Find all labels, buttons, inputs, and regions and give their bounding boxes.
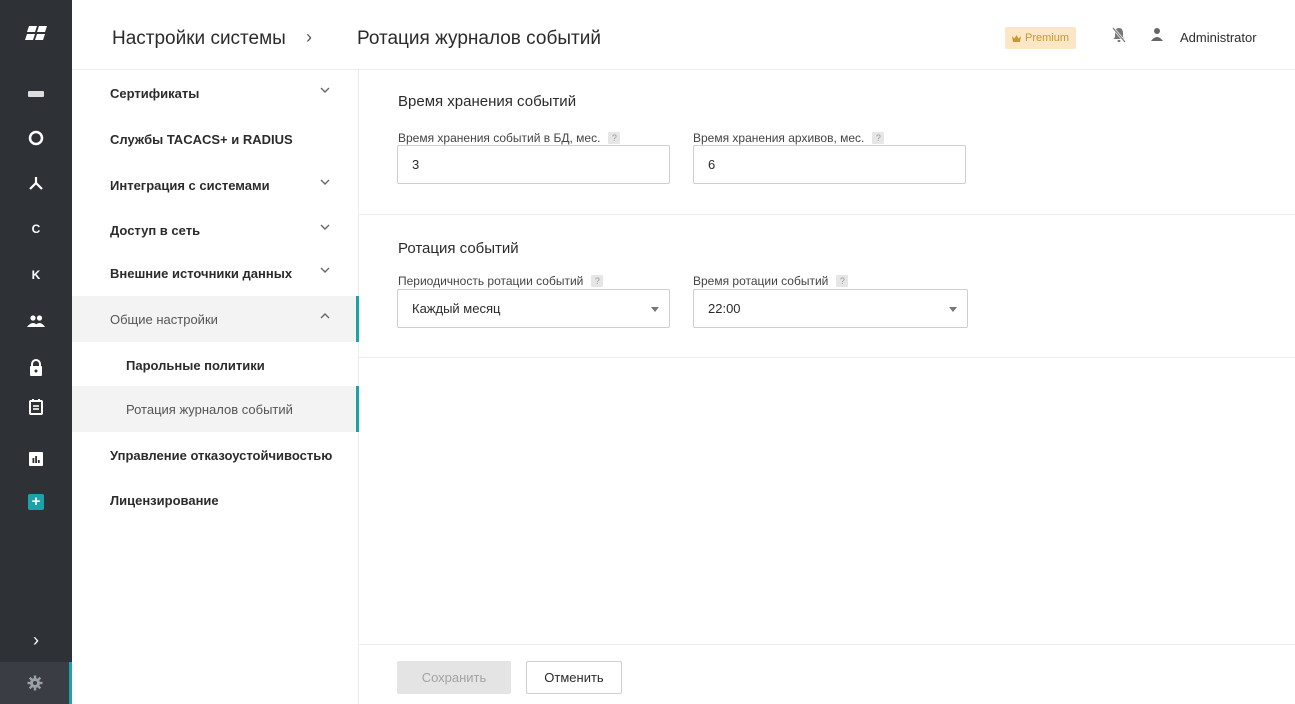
form-footer: Сохранить Отменить [359, 644, 1295, 704]
notifications-button[interactable] [1112, 27, 1126, 48]
page-title: Ротация журналов событий [357, 28, 601, 49]
rail-item-add[interactable]: + [0, 479, 72, 525]
server-icon [28, 91, 44, 97]
submenu-item-label: Интеграция с системами [110, 177, 270, 193]
circle-icon [28, 130, 44, 146]
users-icon [27, 315, 45, 327]
chevron-down-icon [320, 267, 330, 273]
section-divider [359, 357, 1295, 358]
help-icon[interactable]: ? [608, 132, 621, 144]
rotation-period-select[interactable]: Каждый месяц [397, 289, 670, 328]
user-icon [1151, 28, 1163, 41]
rotation-time-value: 22:00 [708, 301, 741, 316]
letter-k-icon: K [31, 268, 41, 282]
submenu-item-label: Парольные политики [126, 357, 265, 373]
breadcrumb-root[interactable]: Настройки системы [112, 28, 286, 50]
rail-item-circle[interactable] [0, 115, 72, 161]
logo-icon [25, 26, 47, 40]
settings-submenu: Сертификаты Службы TACACS+ и RADIUS Инте… [72, 70, 359, 704]
archive-retention-value: 6 [708, 157, 716, 172]
submenu-item-failover[interactable]: Управление отказоустойчивостью [72, 432, 359, 478]
archive-retention-label-text: Время хранения архивов, мес. [693, 131, 865, 145]
help-icon[interactable]: ? [836, 275, 849, 287]
save-button[interactable]: Сохранить [397, 661, 511, 694]
rotation-time-label: Время ротации событий ? [693, 274, 849, 288]
submenu-item-network-access[interactable]: Доступ в сеть [72, 207, 359, 253]
chevron-up-icon [320, 313, 330, 319]
archive-retention-input[interactable]: 6 [693, 145, 966, 184]
letter-c-icon: C [31, 222, 41, 236]
rail-item-network[interactable] [0, 160, 72, 206]
submenu-item-label: Доступ в сеть [110, 222, 201, 238]
rail-item-c[interactable]: C [0, 206, 72, 252]
submenu-item-label: Общие настройки [110, 311, 218, 327]
bell-off-icon [1112, 27, 1126, 43]
user-name[interactable]: Administrator [1180, 30, 1257, 45]
cancel-button[interactable]: Отменить [526, 661, 622, 694]
submenu-item-label: Ротация журналов событий [126, 401, 293, 417]
help-icon[interactable]: ? [591, 275, 604, 287]
breadcrumb-separator-icon: › [306, 27, 312, 47]
rotation-period-label: Периодичность ротации событий ? [398, 274, 604, 288]
submenu-item-label: Сертификаты [110, 85, 200, 101]
expand-icon: › [33, 629, 39, 650]
plus-icon: + [28, 494, 44, 510]
rotation-period-value: Каждый месяц [412, 301, 501, 316]
submenu-item-log-rotation[interactable]: Ротация журналов событий [72, 386, 359, 432]
rotation-time-label-text: Время ротации событий [693, 274, 829, 288]
rotation-section-title: Ротация событий [398, 240, 519, 257]
chevron-down-icon [320, 87, 330, 93]
submenu-item-label: Внешние источники данных [110, 265, 293, 281]
rotation-time-select[interactable]: 22:00 [693, 289, 968, 328]
premium-badge[interactable]: Premium [1005, 27, 1076, 49]
submenu-item-label: Лицензирование [110, 492, 219, 508]
gear-icon [27, 675, 42, 691]
chevron-down-icon [320, 179, 330, 185]
rail-item-servers[interactable] [0, 71, 72, 117]
submenu-item-external-sources[interactable]: Внешние источники данных [72, 250, 359, 296]
section-divider [359, 214, 1295, 215]
chevron-down-icon [320, 224, 330, 230]
submenu-item-general-settings[interactable]: Общие настройки [72, 296, 359, 342]
retention-section-title: Время хранения событий [398, 93, 577, 110]
crown-icon [1011, 34, 1021, 42]
chart-icon [29, 452, 43, 466]
submenu-item-tacacs-radius[interactable]: Службы TACACS+ и RADIUS [72, 116, 359, 162]
submenu-item-label: Управление отказоустойчивостью [110, 447, 333, 463]
rail-item-calendar[interactable] [0, 384, 72, 430]
submenu-item-licensing[interactable]: Лицензирование [72, 477, 359, 523]
rotation-period-label-text: Периодичность ротации событий [398, 274, 584, 288]
rail-item-reports[interactable] [0, 436, 72, 482]
network-icon [29, 177, 43, 190]
rail-item-k[interactable]: K [0, 252, 72, 298]
archive-retention-label: Время хранения архивов, мес. ? [693, 131, 885, 145]
submenu-item-password-policies[interactable]: Парольные политики [72, 342, 359, 388]
db-retention-input[interactable]: 3 [397, 145, 670, 184]
submenu-item-label: Службы TACACS+ и RADIUS [110, 131, 293, 147]
rail-item-users[interactable] [0, 298, 72, 344]
icon-rail: C K + › [0, 0, 72, 704]
help-icon[interactable]: ? [872, 132, 885, 144]
app-logo[interactable] [0, 0, 72, 70]
dropdown-caret-icon [949, 307, 957, 312]
rail-expand-button[interactable]: › [0, 617, 72, 663]
user-menu-button[interactable] [1150, 27, 1164, 46]
dropdown-caret-icon [651, 307, 659, 312]
premium-label: Premium [1024, 32, 1069, 44]
db-retention-label: Время хранения событий в БД, мес. ? [398, 131, 621, 145]
db-retention-label-text: Время хранения событий в БД, мес. [398, 131, 601, 145]
lock-icon [30, 358, 42, 376]
submenu-item-certificates[interactable]: Сертификаты [72, 70, 359, 116]
page-header: Настройки системы › Ротация журналов соб… [72, 0, 1295, 70]
db-retention-value: 3 [412, 157, 420, 172]
rail-item-settings[interactable] [0, 662, 72, 704]
calendar-icon [29, 399, 43, 415]
submenu-item-integration[interactable]: Интеграция с системами [72, 162, 359, 208]
